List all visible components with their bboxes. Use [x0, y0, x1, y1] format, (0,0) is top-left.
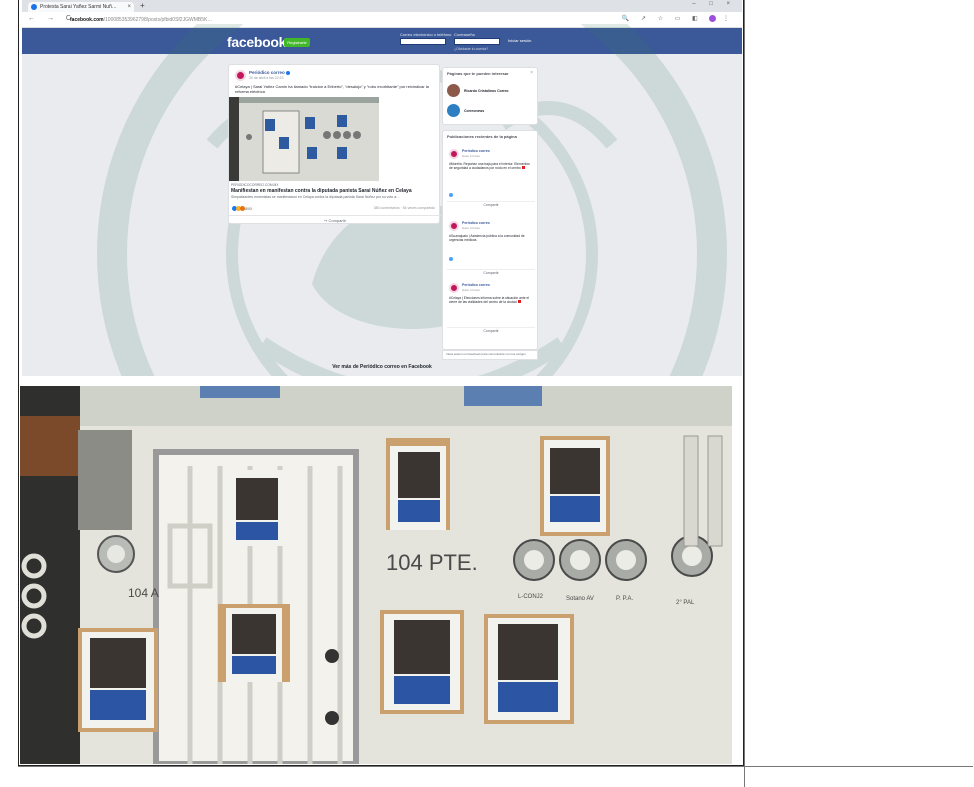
missing-person-poster	[78, 628, 158, 732]
verified-badge-icon	[285, 70, 290, 75]
facebook-post: Periódico correo 30 de abril a las 22:23…	[228, 64, 441, 224]
extension-icons[interactable]: 🔍 ↗ ☆ ▭ ◧ ⋮	[622, 15, 734, 22]
suggested-pages-panel: Páginas que te pueden interesar × Ricard…	[442, 67, 538, 125]
address-bar: ← → C facebook.com/100085353962798/posts…	[22, 12, 742, 28]
page-avatar[interactable]	[449, 149, 459, 159]
facebook-favicon-icon	[31, 4, 37, 10]
wall-photo: 104 PTE. 104 A L-CONJ2 Sotano AV P. P.A.…	[20, 386, 732, 764]
new-tab-button[interactable]: +	[140, 1, 145, 10]
missing-person-poster	[386, 438, 450, 530]
reactions[interactable]: 850	[232, 206, 252, 212]
recent-post-date[interactable]: Hace 3 horas	[462, 226, 480, 230]
profile-avatar-icon[interactable]	[709, 15, 717, 22]
divider	[744, 0, 745, 787]
browser-tab[interactable]: Protesta Sarai Yañez Sarmi Nuñ… ×	[28, 2, 134, 12]
password-field[interactable]	[454, 38, 500, 45]
url-domain: facebook.com	[70, 17, 104, 23]
suggested-page-name[interactable]: Ricardo Cristalinos Correo	[464, 89, 509, 93]
recent-post: Periódico correo Hace 3 horas #Guanajuat…	[447, 221, 535, 281]
email-field[interactable]	[400, 38, 446, 45]
suggested-page-name[interactable]: Correonews	[464, 109, 484, 113]
page-avatar[interactable]	[449, 221, 459, 231]
recent-post-author[interactable]: Periódico correo	[462, 149, 490, 153]
facebook-header: facebook Registrarte Correo electrónico …	[22, 28, 742, 54]
browser-tab-bar: Protesta Sarai Yañez Sarmi Nuñ… × + – □ …	[22, 0, 742, 12]
wall-photo-drawing	[20, 386, 732, 764]
recent-post-author[interactable]: Periódico correo	[462, 221, 490, 225]
page-avatar[interactable]	[449, 283, 459, 293]
meter-label: P. P.A.	[616, 596, 634, 602]
see-more-link[interactable]: Ver más de Periódico correo en Facebook	[22, 364, 742, 370]
meter-label: Sotano AV	[566, 596, 594, 602]
window-controls[interactable]: – □ ×	[692, 1, 736, 7]
missing-person-poster	[218, 604, 290, 682]
missing-person-poster	[484, 614, 574, 724]
recent-post-text: #Morelia: Reportan una baja para el inte…	[449, 162, 530, 171]
reactions-count: 850	[245, 206, 252, 211]
post-text: #Celaya | Sarai Yañez Camin ha llamado “…	[235, 84, 429, 94]
tab-title: Protesta Sarai Yañez Sarmi Nuñ…	[40, 4, 117, 10]
login-prompt[interactable]: Inicia sesión en Facebook para comunicar…	[442, 350, 538, 360]
missing-person-poster	[380, 610, 464, 714]
recent-posts-panel: Publicaciones recientes de la página Per…	[442, 130, 538, 350]
tab-close-icon[interactable]: ×	[127, 2, 131, 12]
recent-posts-title: Publicaciones recientes de la página	[447, 134, 517, 139]
facebook-logo[interactable]: facebook	[227, 34, 286, 50]
share-button[interactable]: ↪ Compartir	[229, 215, 441, 223]
login-button[interactable]: Iniciar sesión	[508, 38, 531, 43]
recent-post-date[interactable]: Hace 4 horas	[462, 288, 480, 292]
url-path: /100085353962798/posts/pfbid0Sf2JGWMB5K…	[103, 17, 213, 23]
post-author[interactable]: Periódico correo	[249, 70, 290, 75]
recent-post-text: #Guanajuato | Asistencia pública a la co…	[449, 234, 525, 243]
password-label: Contraseña	[454, 32, 475, 37]
signup-button[interactable]: Registrarte	[284, 38, 310, 47]
red-square-emoji-icon	[521, 166, 525, 170]
facebook-screenshot: Protesta Sarai Yañez Sarmi Nuñ… × + – □ …	[22, 0, 742, 376]
link-title[interactable]: Manifiestan en manifestan contra la dipu…	[231, 188, 439, 194]
like-icon	[449, 193, 453, 197]
missing-person-poster	[228, 470, 286, 546]
divider	[18, 766, 973, 767]
meter-label: 2° PAL	[676, 600, 695, 606]
recent-post: Periódico correo Hace 4 horas #Celaya | …	[447, 283, 535, 347]
meter-label: L-CONJ2	[518, 594, 544, 600]
like-icon	[449, 257, 453, 261]
share-button[interactable]: Compartir	[447, 201, 535, 207]
page-avatar[interactable]	[447, 84, 460, 97]
post-date[interactable]: 30 de abril a las 22:23	[249, 76, 283, 80]
share-button[interactable]: Compartir	[447, 327, 535, 333]
recent-post-text: #Celaya | Elecciones informa sobre la si…	[449, 296, 530, 305]
recent-post-date[interactable]: Hace 2 horas	[462, 154, 480, 158]
page-avatar[interactable]	[235, 70, 246, 81]
page-avatar[interactable]	[447, 104, 460, 117]
unit-number: 104 A	[128, 586, 159, 600]
red-square-emoji-icon	[517, 300, 521, 304]
email-label: Correo electrónico o teléfono	[400, 32, 452, 37]
link-source: PERIODICOCORREO.COM.MX	[231, 183, 279, 187]
post-stats[interactable]: 380 comentarios · 54 veces compartido	[374, 206, 435, 210]
share-button[interactable]: Compartir	[447, 269, 535, 275]
suggested-pages-title: Páginas que te pueden interesar	[447, 71, 509, 76]
url-field[interactable]: facebook.com/100085353962798/posts/pfbid…	[70, 15, 630, 25]
missing-person-poster	[540, 436, 610, 536]
login-form: Correo electrónico o teléfono Contraseña…	[400, 32, 580, 52]
close-icon[interactable]: ×	[530, 70, 533, 76]
link-description: Simpatizantes morenistas se manifestaron…	[231, 195, 400, 199]
recent-post-author[interactable]: Periódico correo	[462, 283, 490, 287]
browser-nav-buttons[interactable]: ← → C	[28, 15, 76, 22]
forgot-account-link[interactable]: ¿Olvidaste tu cuenta?	[454, 47, 488, 51]
address-number: 104 PTE.	[386, 550, 478, 575]
facebook-content: Periódico correo 30 de abril a las 22:23…	[22, 24, 742, 376]
post-link-image[interactable]	[229, 97, 379, 181]
recent-post: Periódico correo Hace 2 horas #Morelia: …	[447, 149, 535, 209]
